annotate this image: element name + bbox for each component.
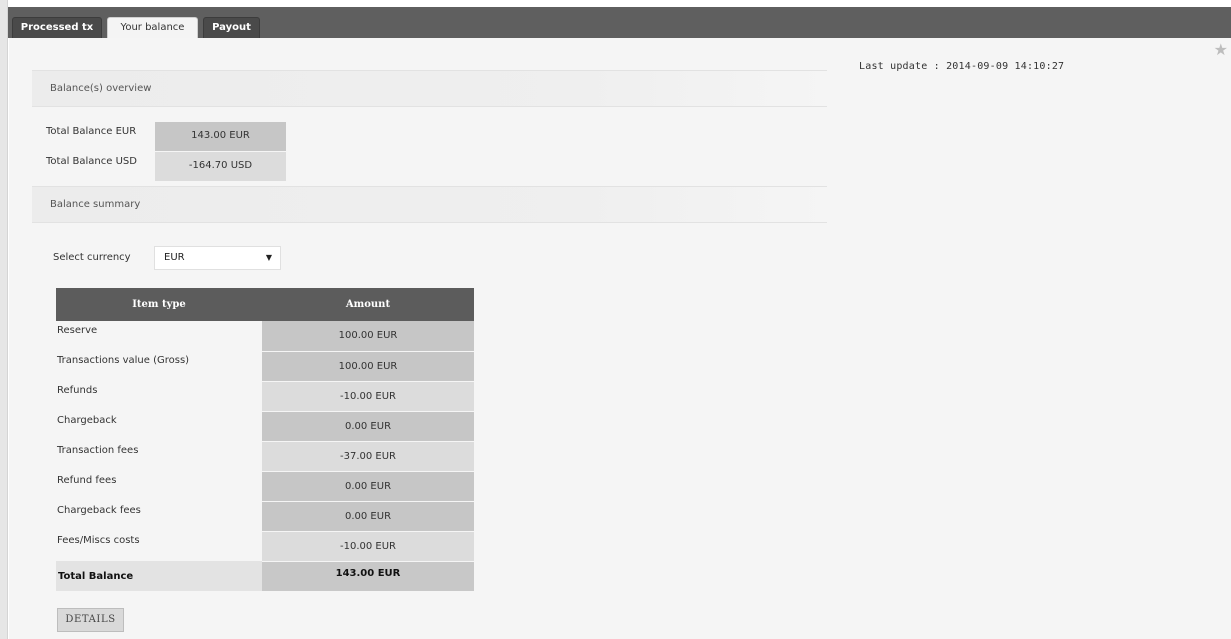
tab-processed-tx[interactable]: Processed tx [12, 17, 102, 38]
tab-payout[interactable]: Payout [203, 17, 260, 38]
row-amount: 100.00 EUR [262, 351, 474, 382]
total-balance-eur-value: 143.00 EUR [155, 122, 286, 151]
row-amount: 100.00 EUR [262, 321, 474, 352]
row-type: Transactions value (Gross) [56, 351, 262, 381]
select-currency-label: Select currency [53, 252, 131, 263]
header-item-type: Item type [56, 288, 262, 321]
row-amount: 0.00 EUR [262, 411, 474, 442]
row-type: Transaction fees [56, 441, 262, 471]
total-balance-label: Total Balance [56, 561, 262, 591]
last-update: Last update : 2014-09-09 14:10:27 [859, 61, 1065, 72]
row-amount: -10.00 EUR [262, 531, 474, 562]
total-balance-usd-value: -164.70 USD [155, 152, 286, 181]
balance-summary-header: Balance summary [32, 186, 827, 223]
currency-select[interactable]: EUR ▼ [154, 246, 281, 270]
row-type: Fees/Miscs costs [56, 531, 262, 561]
left-border [0, 0, 8, 639]
total-balance-usd-label: Total Balance USD [46, 156, 137, 167]
row-amount: 0.00 EUR [262, 501, 474, 532]
table-row: Chargeback fees 0.00 EUR [56, 501, 474, 532]
table-row: Reserve 100.00 EUR [56, 321, 474, 352]
balance-summary-table: Item type Amount Reserve 100.00 EUR Tran… [56, 288, 474, 592]
total-balance-amount: 143.00 EUR [262, 561, 474, 592]
row-amount: 0.00 EUR [262, 471, 474, 502]
row-type: Chargeback fees [56, 501, 262, 531]
details-button[interactable]: DETAILS [57, 608, 124, 632]
table-header-row: Item type Amount [56, 288, 474, 321]
table-total-row: Total Balance 143.00 EUR [56, 561, 474, 592]
star-icon[interactable]: ★ [1214, 40, 1228, 59]
table-row: Chargeback 0.00 EUR [56, 411, 474, 442]
chevron-down-icon: ▼ [265, 253, 272, 262]
balance-content: ★ Last update : 2014-09-09 14:10:27 Bala… [9, 38, 1231, 639]
table-row: Transaction fees -37.00 EUR [56, 441, 474, 472]
header-amount: Amount [262, 288, 474, 321]
total-balance-eur-label: Total Balance EUR [46, 126, 137, 137]
tab-bar: Processed tx Your balance Payout [8, 7, 1231, 39]
table-row: Refund fees 0.00 EUR [56, 471, 474, 502]
table-row: Transactions value (Gross) 100.00 EUR [56, 351, 474, 382]
row-type: Refund fees [56, 471, 262, 501]
currency-select-value: EUR [164, 252, 185, 263]
row-type: Reserve [56, 321, 262, 351]
row-type: Refunds [56, 381, 262, 411]
balances-overview-header: Balance(s) overview [32, 70, 827, 107]
row-amount: -10.00 EUR [262, 381, 474, 412]
tab-your-balance[interactable]: Your balance [107, 17, 198, 39]
row-type: Chargeback [56, 411, 262, 441]
row-amount: -37.00 EUR [262, 441, 474, 472]
table-row: Refunds -10.00 EUR [56, 381, 474, 412]
table-row: Fees/Miscs costs -10.00 EUR [56, 531, 474, 562]
